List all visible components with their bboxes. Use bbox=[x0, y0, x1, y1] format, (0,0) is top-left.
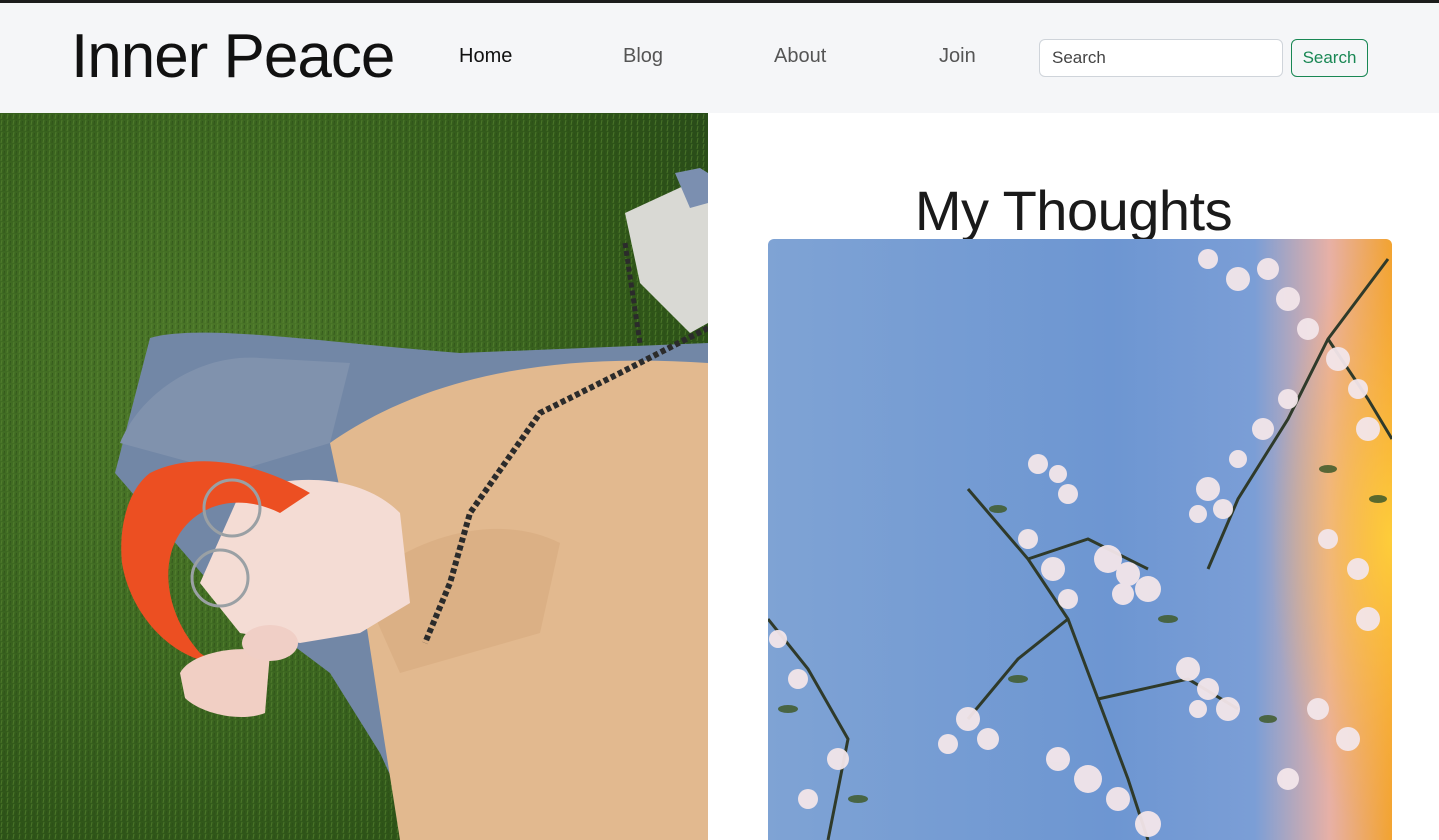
blossom-photo-illustration bbox=[768, 239, 1392, 840]
nav-link-join[interactable]: Join bbox=[939, 45, 976, 68]
page-title: My Thoughts bbox=[914, 178, 1233, 242]
nav-link-blog[interactable]: Blog bbox=[623, 45, 663, 68]
search-input[interactable] bbox=[1039, 39, 1283, 77]
post-card-image[interactable] bbox=[768, 239, 1392, 840]
nav-link-home[interactable]: Home bbox=[459, 45, 512, 68]
navbar: Inner Peace Home Blog About Join Search bbox=[0, 3, 1439, 113]
hero-photo bbox=[0, 113, 708, 840]
brand-logo[interactable]: Inner Peace bbox=[71, 19, 395, 95]
nav-link-about[interactable]: About bbox=[774, 45, 826, 68]
search-button[interactable]: Search bbox=[1291, 39, 1368, 77]
hero-photo-illustration bbox=[0, 113, 708, 840]
